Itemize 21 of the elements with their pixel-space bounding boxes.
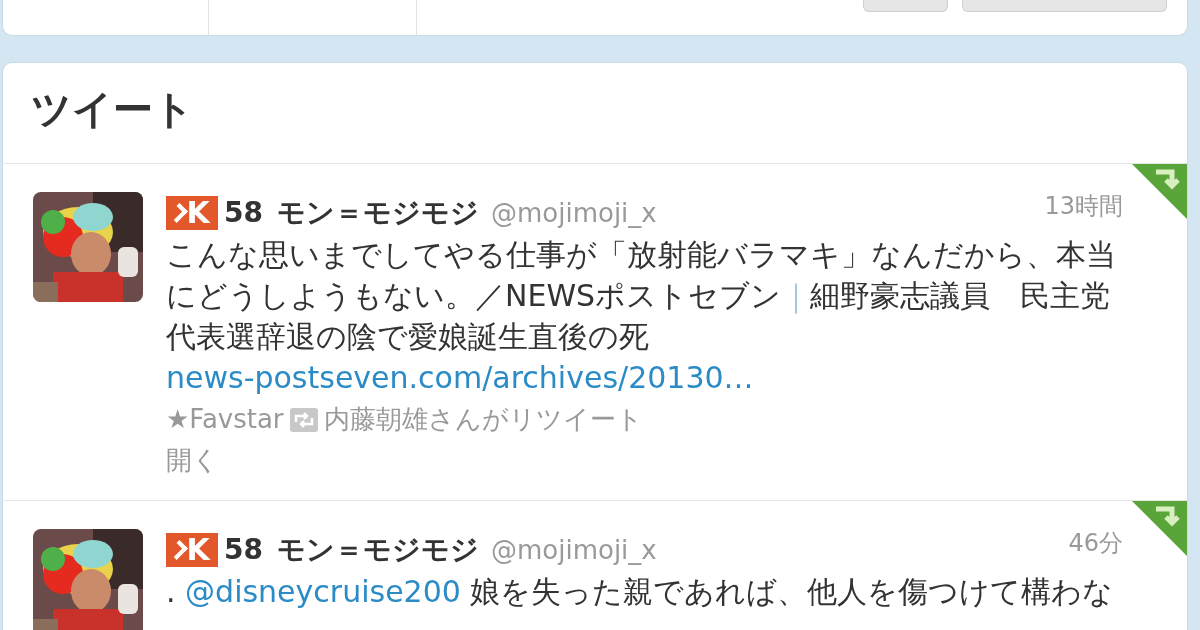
klout-logo: K	[166, 196, 218, 230]
retweeted-by-text: 内藤朝雄さんがリツイート	[323, 403, 643, 436]
klout-logo: K	[166, 533, 218, 567]
klout-score: 58	[224, 532, 263, 568]
tweet-text: . @disneycruise200 娘を失った親であれば、他人を傷つけて構わな	[166, 573, 1115, 611]
klout-score: 58	[224, 195, 263, 231]
user-name[interactable]: モン＝モジモジ	[276, 529, 479, 571]
tweet-time[interactable]: 46分	[1068, 529, 1123, 557]
favstar-link[interactable]: ★Favstar	[166, 400, 284, 439]
user-handle[interactable]: @mojimoji_x	[490, 194, 657, 233]
corner-arrow-icon[interactable]	[1132, 164, 1187, 219]
panel-title: ツイート	[30, 85, 195, 134]
link[interactable]: news-postseven.com/archives/20130…	[166, 360, 754, 395]
user-name[interactable]: モン＝モジモジ	[276, 192, 479, 234]
retweet-icon	[289, 407, 318, 432]
tweet-text: こんな思いまでしてやる仕事が「放射能バラマキ」なんだから、本当にどうしようもない。／NEWSポストセブン｜細野豪志議員 民主党代表選辞退の陰で愛娘誕生直後の死 news-postseven.com/archives/20130…	[166, 236, 1117, 397]
user-handle[interactable]: @mojimoji_x	[490, 531, 657, 570]
expand-link[interactable]: 開く	[166, 441, 1137, 480]
link[interactable]: @disneycruise200	[185, 574, 461, 609]
corner-arrow-icon[interactable]	[1132, 501, 1187, 556]
tweet-time[interactable]: 13時間	[1044, 192, 1123, 220]
